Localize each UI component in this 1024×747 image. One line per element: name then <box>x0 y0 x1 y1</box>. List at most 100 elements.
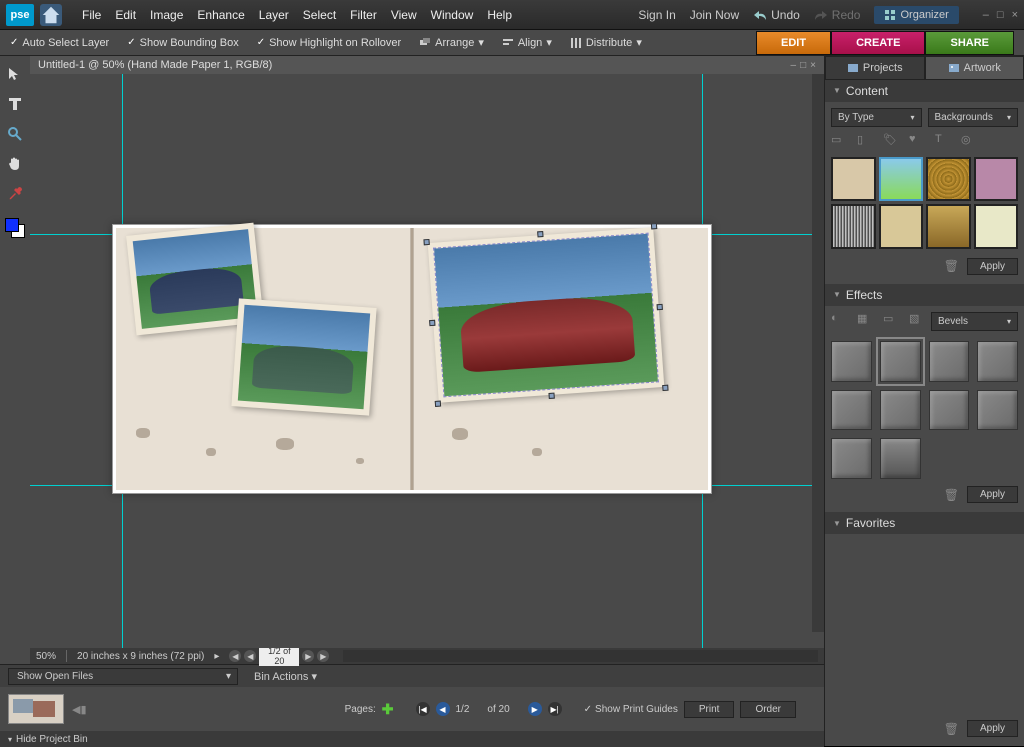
fx-photo-icon[interactable]: ▭ <box>883 312 899 328</box>
hide-project-bin[interactable]: Hide Project Bin <box>0 731 824 747</box>
frame-type-icon[interactable]: ▯ <box>857 133 873 149</box>
content-filter-type[interactable]: By Type <box>831 108 922 127</box>
content-thumb[interactable] <box>974 157 1019 202</box>
favorites-panel-header[interactable]: Favorites <box>825 512 1024 534</box>
eyedropper-tool-icon[interactable] <box>5 184 25 204</box>
selection-handle[interactable] <box>537 231 543 237</box>
effects-style-dropdown[interactable]: Bevels <box>931 312 1018 331</box>
selection-handle[interactable] <box>435 401 441 407</box>
photo-frame-selected[interactable] <box>428 227 665 402</box>
pse-logo[interactable]: pse <box>6 4 34 26</box>
tab-projects[interactable]: Projects <box>825 56 925 80</box>
effect-thumb[interactable] <box>929 341 970 382</box>
move-tool-icon[interactable] <box>5 64 25 84</box>
content-thumb[interactable] <box>926 204 971 249</box>
menu-edit[interactable]: Edit <box>115 8 136 22</box>
home-icon[interactable] <box>40 4 62 26</box>
selection-handle[interactable] <box>429 320 435 326</box>
content-thumb[interactable] <box>879 157 924 202</box>
auto-select-layer-check[interactable]: Auto Select Layer <box>10 37 109 49</box>
tab-edit[interactable]: EDIT <box>756 31 831 55</box>
close-icon[interactable]: × <box>1012 9 1018 21</box>
menu-window[interactable]: Window <box>431 8 474 22</box>
selection-handle[interactable] <box>651 223 657 229</box>
content-thumb[interactable] <box>831 157 876 202</box>
foreground-color-icon[interactable] <box>5 218 19 232</box>
organizer-button[interactable]: Organizer <box>874 6 958 24</box>
bin-actions-dropdown[interactable]: Bin Actions ▾ <box>254 670 317 683</box>
minimize-icon[interactable]: – <box>983 9 989 21</box>
content-apply-button[interactable]: Apply <box>967 258 1018 275</box>
selection-handle[interactable] <box>548 393 554 399</box>
menu-enhance[interactable]: Enhance <box>197 8 244 22</box>
fx-filter-icon[interactable]: ◐ <box>831 312 847 328</box>
prev-page-icon[interactable]: ◀ <box>244 650 256 662</box>
undo-button[interactable]: Undo <box>753 8 800 22</box>
order-button[interactable]: Order <box>740 701 796 718</box>
selection-handle[interactable] <box>423 239 429 245</box>
content-panel-header[interactable]: Content <box>825 80 1024 102</box>
bin-page-thumb[interactable] <box>8 694 64 724</box>
content-filter-category[interactable]: Backgrounds <box>928 108 1019 127</box>
trash-icon[interactable]: 🗑 <box>944 488 959 502</box>
content-thumb[interactable] <box>879 204 924 249</box>
selection-handle[interactable] <box>657 304 663 310</box>
redo-button[interactable]: Redo <box>814 8 861 22</box>
print-guides-check[interactable]: Show Print Guides <box>584 704 678 715</box>
shape-type-icon[interactable]: ◎ <box>961 133 977 149</box>
effect-thumb[interactable] <box>977 390 1018 431</box>
menu-filter[interactable]: Filter <box>350 8 377 22</box>
doc-maximize-icon[interactable]: □ <box>800 60 806 71</box>
menu-image[interactable]: Image <box>150 8 183 22</box>
color-swatch[interactable] <box>5 218 25 238</box>
effect-thumb[interactable] <box>880 390 921 431</box>
menu-view[interactable]: View <box>391 8 417 22</box>
effects-panel-header[interactable]: Effects <box>825 284 1024 306</box>
zoom-level[interactable]: 50% <box>36 651 56 662</box>
heart-type-icon[interactable]: ♥ <box>909 133 925 149</box>
menu-layer[interactable]: Layer <box>259 8 289 22</box>
bin-filter-dropdown[interactable]: Show Open Files <box>8 668 238 685</box>
text-tool-icon[interactable] <box>5 94 25 114</box>
tab-artwork[interactable]: Artwork <box>925 56 1024 80</box>
last-page-icon[interactable]: ▶| <box>548 702 562 716</box>
info-dropdown-icon[interactable]: ▸ <box>214 651 219 662</box>
last-page-icon[interactable]: ▶ <box>317 650 329 662</box>
trash-icon[interactable]: 🗑 <box>944 259 959 273</box>
content-thumb[interactable] <box>974 204 1019 249</box>
sign-in-link[interactable]: Sign In <box>638 8 675 22</box>
hand-tool-icon[interactable] <box>5 154 25 174</box>
text-type-icon[interactable]: T <box>935 133 951 149</box>
align-dropdown[interactable]: Align ▾ <box>502 36 552 49</box>
tab-share[interactable]: SHARE <box>925 31 1014 55</box>
selection-handle[interactable] <box>662 385 668 391</box>
content-thumb[interactable] <box>831 204 876 249</box>
effect-thumb[interactable] <box>977 341 1018 382</box>
effect-thumb[interactable] <box>880 438 921 479</box>
menu-file[interactable]: File <box>82 8 101 22</box>
tag-type-icon[interactable]: 🏷 <box>883 133 899 149</box>
show-bounding-box-check[interactable]: Show Bounding Box <box>127 37 238 49</box>
effect-thumb[interactable] <box>831 341 872 382</box>
page-input[interactable]: 1/2 of 20 <box>259 646 299 666</box>
effect-thumb[interactable] <box>831 438 872 479</box>
doc-close-icon[interactable]: × <box>810 60 816 71</box>
photo-book[interactable] <box>112 224 712 494</box>
effect-thumb[interactable] <box>831 390 872 431</box>
horizontal-scrollbar[interactable] <box>343 650 818 662</box>
effect-thumb[interactable] <box>929 390 970 431</box>
canvas[interactable] <box>30 74 824 648</box>
tab-create[interactable]: CREATE <box>831 31 925 55</box>
favorites-apply-button[interactable]: Apply <box>967 720 1018 737</box>
print-button[interactable]: Print <box>684 701 735 718</box>
vertical-scrollbar[interactable] <box>812 74 824 632</box>
first-page-icon[interactable]: |◀ <box>416 702 430 716</box>
distribute-dropdown[interactable]: Distribute ▾ <box>570 36 642 49</box>
effects-apply-button[interactable]: Apply <box>967 486 1018 503</box>
join-now-link[interactable]: Join Now <box>690 8 739 22</box>
arrange-dropdown[interactable]: Arrange ▾ <box>419 36 484 49</box>
next-page-icon[interactable]: ▶ <box>528 702 542 716</box>
add-page-icon[interactable]: ✚ <box>382 701 394 718</box>
menu-select[interactable]: Select <box>303 8 336 22</box>
prev-page-icon[interactable]: ◀ <box>436 702 450 716</box>
